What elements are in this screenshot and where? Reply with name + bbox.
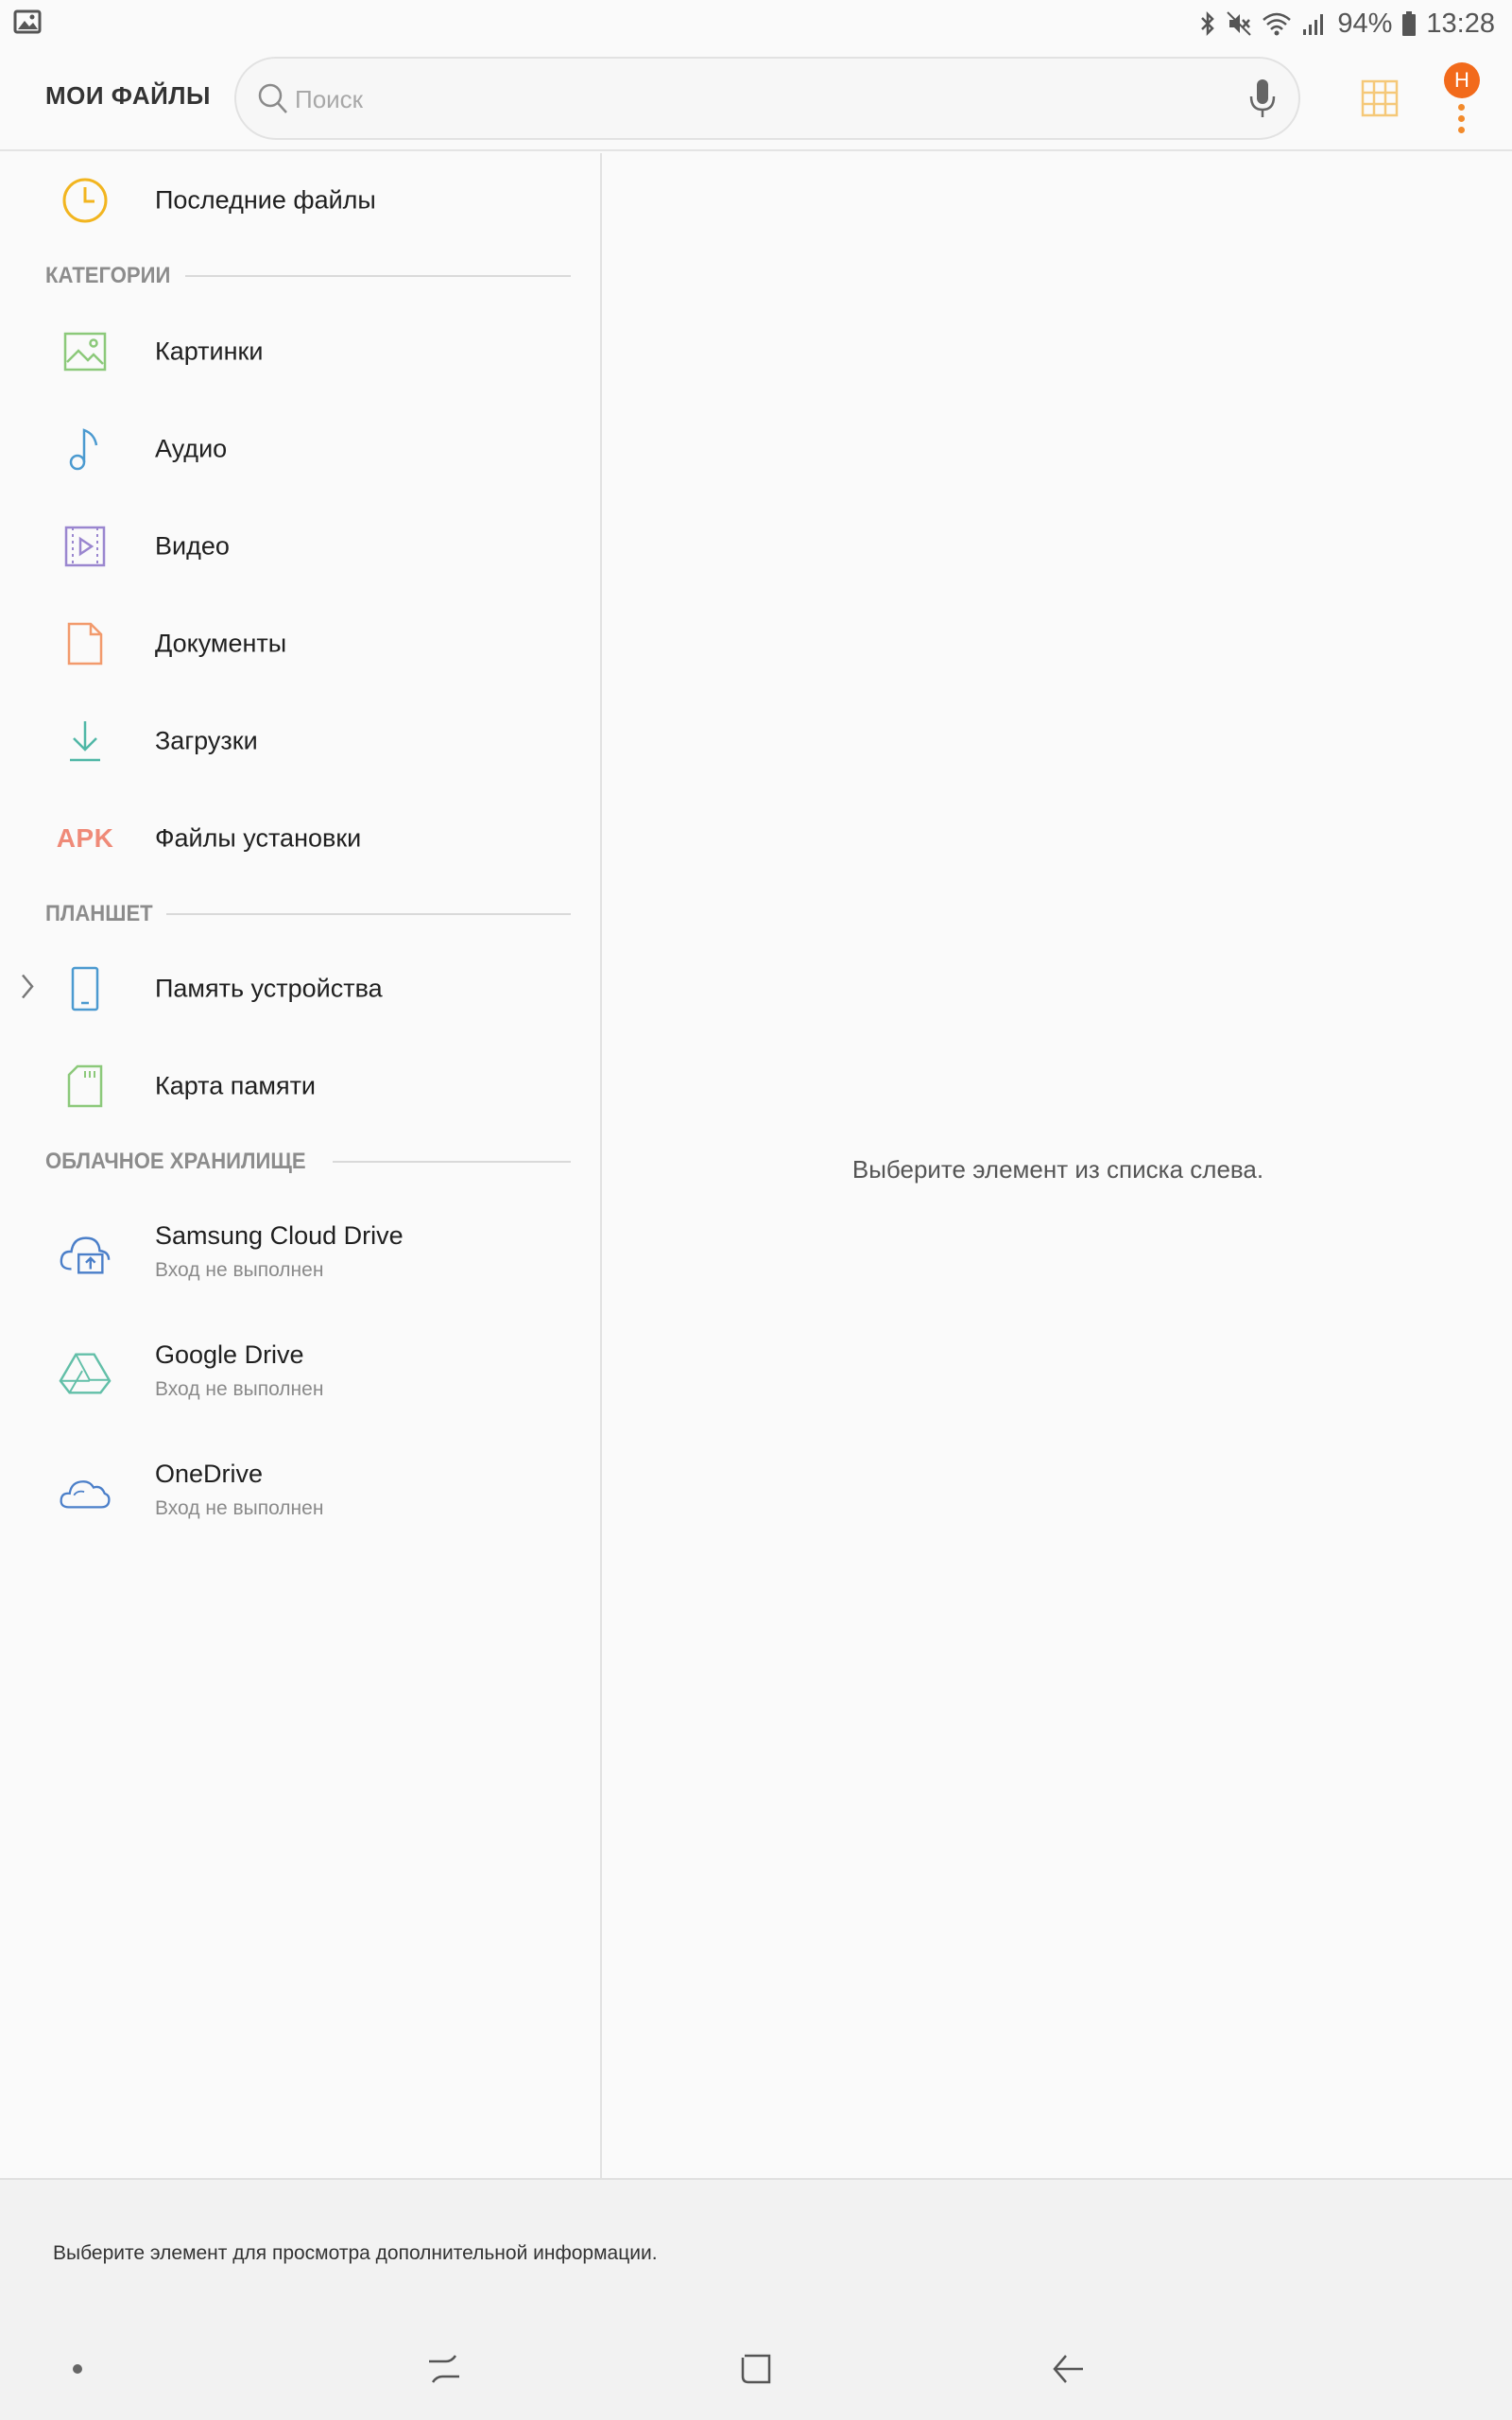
details-info-text: Выберите элемент для просмотра дополните… xyxy=(53,2242,658,2264)
cloud-label: OneDrive xyxy=(155,1460,264,1488)
apk-icon-text: APK xyxy=(56,823,114,853)
category-item-documents[interactable]: Документы xyxy=(0,596,600,691)
category-label: Аудио xyxy=(155,434,228,463)
back-icon[interactable] xyxy=(1040,2341,1096,2397)
sd-card-icon xyxy=(59,1060,112,1113)
apk-icon: APK xyxy=(56,812,114,865)
cloud-status: Вход не выполнен xyxy=(155,1259,324,1281)
section-heading: ОБЛАЧНОЕ ХРАНИЛИЩЕ xyxy=(45,1149,306,1174)
section-tablet: ПЛАНШЕТ xyxy=(45,895,571,933)
search-placeholder: Поиск xyxy=(295,85,364,113)
music-note-icon xyxy=(59,423,112,475)
recent-apps-icon[interactable] xyxy=(416,2341,472,2397)
cloud-status: Вход не выполнен xyxy=(155,1497,324,1519)
system-navigation-bar xyxy=(0,2310,1512,2420)
more-options-button[interactable]: Н xyxy=(1429,62,1480,138)
phone-storage-icon xyxy=(59,962,112,1015)
microphone-icon[interactable] xyxy=(1247,78,1278,126)
samsung-cloud-icon xyxy=(59,1228,112,1281)
video-icon xyxy=(59,520,112,573)
status-icons: 94% 13:28 xyxy=(1199,6,1495,42)
navigation-panel: Последние файлы КАТЕГОРИИ Картинки Аудио… xyxy=(0,153,602,2178)
storage-item-device[interactable]: Память устройства xyxy=(0,942,600,1036)
gallery-notification-icon xyxy=(13,9,42,39)
app-header: МОИ ФАЙЛЫ Поиск Н xyxy=(0,47,1512,151)
recent-files-label: Последние файлы xyxy=(155,185,376,215)
grid-view-icon[interactable] xyxy=(1359,78,1400,124)
battery-percent: 94% xyxy=(1337,8,1393,39)
section-heading: ПЛАНШЕТ xyxy=(45,901,153,926)
category-label: Видео xyxy=(155,531,230,561)
bluetooth-icon xyxy=(1199,10,1216,37)
status-bar: 94% 13:28 xyxy=(0,0,1512,47)
category-item-video[interactable]: Видео xyxy=(0,499,600,594)
document-icon xyxy=(59,617,112,670)
download-icon xyxy=(59,715,112,768)
category-item-apk[interactable]: APK Файлы установки xyxy=(0,791,600,886)
category-item-images[interactable]: Картинки xyxy=(0,304,600,399)
content-panel: Выберите элемент из списка слева. xyxy=(604,153,1512,2178)
home-icon[interactable] xyxy=(728,2341,784,2397)
google-drive-icon xyxy=(59,1347,112,1400)
section-categories: КАТЕГОРИИ xyxy=(45,257,571,295)
onedrive-icon xyxy=(59,1466,112,1519)
clock-icon xyxy=(59,174,112,227)
clock-time: 13:28 xyxy=(1426,8,1495,39)
category-label: Загрузки xyxy=(155,726,258,755)
category-item-audio[interactable]: Аудио xyxy=(0,402,600,496)
cloud-status: Вход не выполнен xyxy=(155,1378,324,1400)
details-info-bar: Выберите элемент для просмотра дополните… xyxy=(0,2178,1512,2310)
category-item-downloads[interactable]: Загрузки xyxy=(0,694,600,788)
battery-icon xyxy=(1401,10,1417,37)
app-title: МОИ ФАЙЛЫ xyxy=(45,81,211,110)
signal-icon xyxy=(1301,10,1328,37)
storage-label: Карта памяти xyxy=(155,1071,317,1100)
chevron-right-icon[interactable] xyxy=(19,973,36,1006)
notification-badge: Н xyxy=(1444,62,1480,98)
cloud-label: Samsung Cloud Drive xyxy=(155,1221,404,1250)
dot-icon[interactable] xyxy=(49,2341,106,2397)
image-icon xyxy=(59,325,112,378)
cloud-item-samsung[interactable]: Samsung Cloud Drive Вход не выполнен xyxy=(0,1202,600,1306)
mute-icon xyxy=(1226,10,1252,37)
recent-files-item[interactable]: Последние файлы xyxy=(0,153,600,248)
storage-item-sd-card[interactable]: Карта памяти xyxy=(0,1039,600,1133)
more-options-icon xyxy=(1458,104,1465,138)
category-label: Картинки xyxy=(155,337,264,366)
section-cloud: ОБЛАЧНОЕ ХРАНИЛИЩЕ xyxy=(45,1143,571,1181)
category-label: Документы xyxy=(155,629,287,658)
storage-label: Память устройства xyxy=(155,974,383,1003)
search-input[interactable]: Поиск xyxy=(234,57,1300,140)
empty-state-message: Выберите элемент из списка слева. xyxy=(851,1155,1264,1184)
category-label: Файлы установки xyxy=(155,823,362,853)
search-icon xyxy=(257,81,289,120)
cloud-item-onedrive[interactable]: OneDrive Вход не выполнен xyxy=(0,1441,600,1545)
cloud-label: Google Drive xyxy=(155,1340,304,1369)
wifi-icon xyxy=(1262,10,1292,37)
cloud-item-google-drive[interactable]: Google Drive Вход не выполнен xyxy=(0,1322,600,1426)
section-heading: КАТЕГОРИИ xyxy=(45,263,171,288)
